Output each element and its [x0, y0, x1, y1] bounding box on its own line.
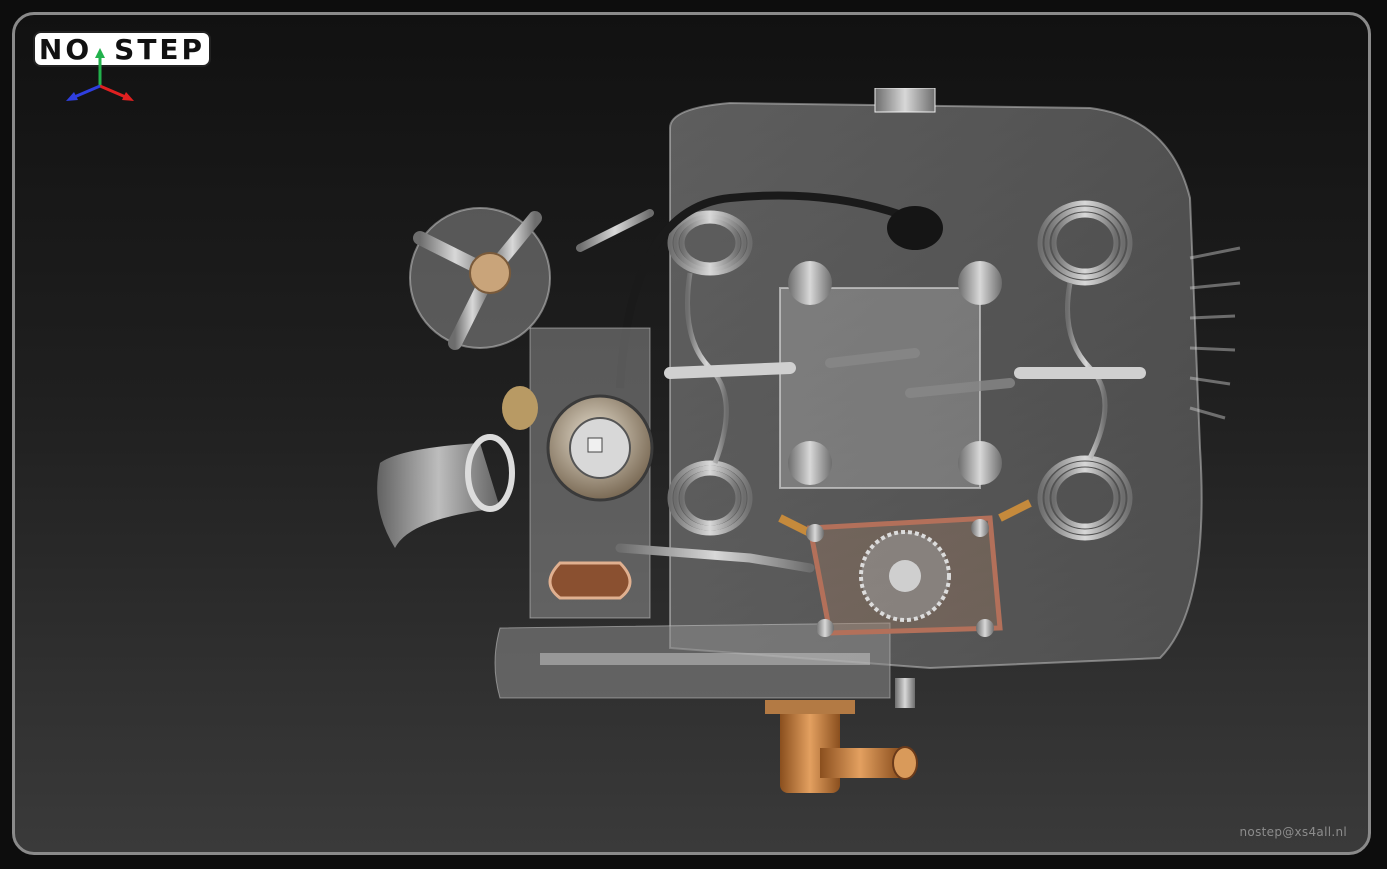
engine-render[interactable] [370, 88, 1250, 798]
credit-email: nostep@xs4all.nl [1239, 825, 1347, 839]
axis-triad-icon[interactable] [60, 42, 140, 108]
